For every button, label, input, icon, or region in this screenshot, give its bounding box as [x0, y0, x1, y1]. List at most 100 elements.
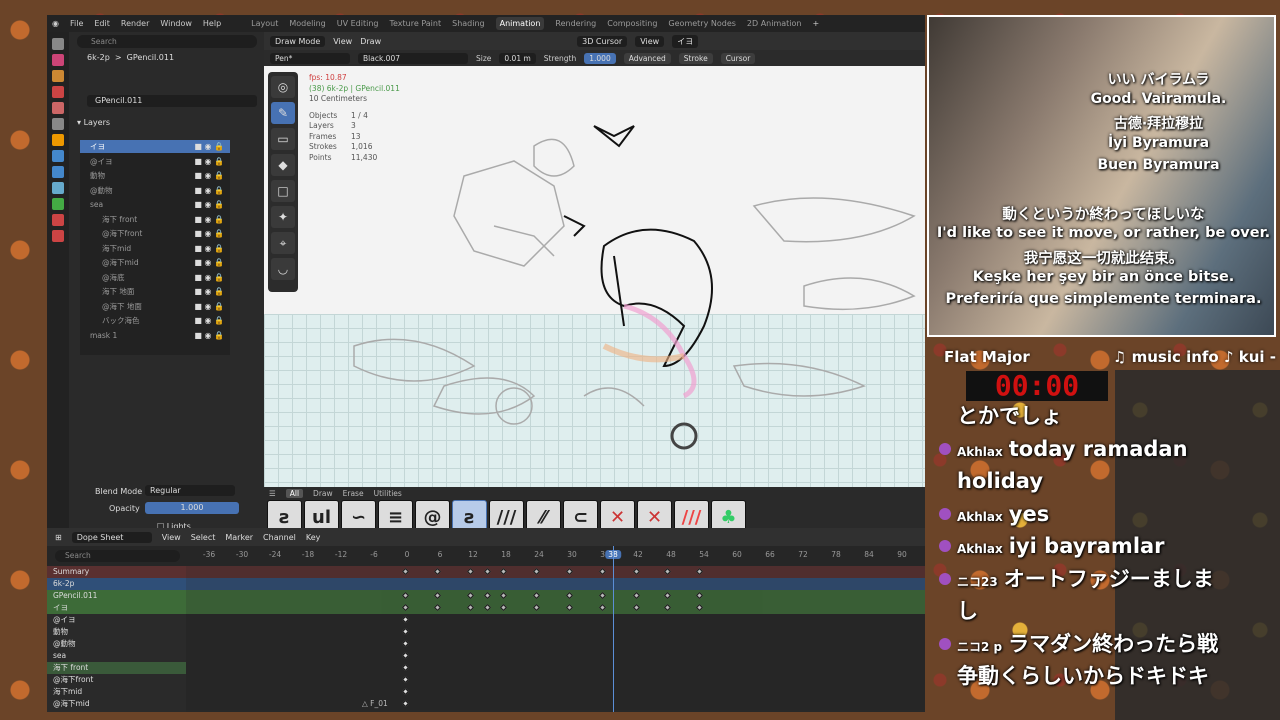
modifier-tab-icon[interactable]	[52, 150, 64, 162]
brush-tab-erase[interactable]: Erase	[343, 489, 364, 498]
menu-edit[interactable]: Edit	[94, 19, 110, 28]
keyframe[interactable]	[401, 663, 410, 672]
shelf-menu-icon[interactable]: ☰	[269, 489, 276, 498]
layer-row[interactable]: イヨ ■ ◉ 🔒	[80, 140, 230, 153]
layer-visibility-icon[interactable]: ■ ◉ 🔒	[194, 198, 224, 211]
layer-visibility-icon[interactable]: ■ ◉ 🔒	[194, 140, 224, 153]
layer-row[interactable]: @海底 ■ ◉ 🔒	[80, 271, 230, 284]
channel-track[interactable]	[186, 650, 925, 662]
editor-type-icon[interactable]: ⊞	[55, 533, 62, 542]
menu-file[interactable]: File	[70, 19, 83, 28]
material-tab-icon[interactable]	[52, 214, 64, 226]
advanced-menu[interactable]: Advanced	[623, 52, 671, 64]
opacity-slider[interactable]: 1.000	[145, 502, 239, 514]
channel-track[interactable]	[186, 590, 925, 602]
keyframe[interactable]	[466, 591, 475, 600]
keyframe[interactable]	[433, 591, 442, 600]
layer-row[interactable]: 海下mid ■ ◉ 🔒	[80, 242, 230, 255]
channel-track[interactable]	[186, 566, 925, 578]
keyframe[interactable]	[663, 567, 672, 576]
data-tab-icon[interactable]	[52, 198, 64, 210]
physics-tab-icon[interactable]	[52, 182, 64, 194]
brush-tab-draw[interactable]: Draw	[313, 489, 333, 498]
scene-tab-icon[interactable]	[52, 86, 64, 98]
keyframe[interactable]	[466, 567, 475, 576]
keyframe[interactable]	[401, 675, 410, 684]
view-select[interactable]: View	[635, 35, 665, 47]
marker-label[interactable]: △ F_01	[362, 699, 388, 708]
layer-row[interactable]: 動物 ■ ◉ 🔒	[80, 169, 230, 182]
keyframe[interactable]	[532, 603, 541, 612]
keyframe[interactable]	[433, 603, 442, 612]
layers-header[interactable]: ▾ Layers	[77, 118, 110, 127]
layer-visibility-icon[interactable]: ■ ◉ 🔒	[194, 184, 224, 197]
layer-row[interactable]: @海下mid ■ ◉ 🔒	[80, 256, 230, 269]
keyframe[interactable]	[483, 591, 492, 600]
blender-logo-icon[interactable]: ◉	[52, 19, 59, 28]
layer-visibility-icon[interactable]: ■ ◉ 🔒	[194, 300, 224, 313]
dope-menu-channel[interactable]: Channel	[263, 533, 296, 542]
menu-render[interactable]: Render	[121, 19, 149, 28]
keyframe[interactable]	[695, 567, 704, 576]
layer-visibility-icon[interactable]: ■ ◉ 🔒	[194, 155, 224, 168]
world-tab-icon[interactable]	[52, 102, 64, 114]
material-select[interactable]: Black.007	[358, 52, 468, 64]
keyframe[interactable]	[483, 603, 492, 612]
stroke-menu[interactable]: Stroke	[678, 52, 713, 64]
layer-visibility-icon[interactable]: ■ ◉ 🔒	[194, 271, 224, 284]
tab-2d-animation[interactable]: 2D Animation	[747, 19, 802, 28]
layer-row[interactable]: @動物 ■ ◉ 🔒	[80, 184, 230, 197]
tool-tab-icon[interactable]	[52, 38, 64, 50]
keyframe[interactable]	[499, 603, 508, 612]
keyframe[interactable]	[401, 627, 410, 636]
keyframe[interactable]	[695, 603, 704, 612]
playhead-line[interactable]	[613, 546, 614, 712]
box-tool-icon[interactable]: □	[271, 180, 295, 202]
layer-visibility-icon[interactable]: ■ ◉ 🔒	[194, 213, 224, 226]
channel-track[interactable]	[186, 602, 925, 614]
collection-tab-icon[interactable]	[52, 118, 64, 130]
keyframe[interactable]	[401, 651, 410, 660]
tab-geometry-nodes[interactable]: Geometry Nodes	[668, 19, 735, 28]
keyframe[interactable]	[401, 639, 410, 648]
render-tab-icon[interactable]	[52, 54, 64, 66]
keyframe[interactable]	[401, 567, 410, 576]
tint-tool-icon[interactable]: ✦	[271, 206, 295, 228]
tab-compositing[interactable]: Compositing	[607, 19, 657, 28]
keyframe[interactable]	[663, 603, 672, 612]
keyframe[interactable]	[532, 591, 541, 600]
tab-texture-paint[interactable]: Texture Paint	[389, 19, 441, 28]
keyframe[interactable]	[598, 603, 607, 612]
effects-tab-icon[interactable]	[52, 166, 64, 178]
channel-track[interactable]	[186, 638, 925, 650]
layer-row[interactable]: sea ■ ◉ 🔒	[80, 198, 230, 211]
channel-track[interactable]	[186, 626, 925, 638]
keyframe[interactable]	[532, 567, 541, 576]
keyframe[interactable]	[499, 567, 508, 576]
draw-menu[interactable]: Draw	[360, 37, 381, 46]
brush-tab-utilities[interactable]: Utilities	[374, 489, 402, 498]
keyframe[interactable]	[632, 567, 641, 576]
data-name-field[interactable]: GPencil.011	[87, 95, 257, 107]
keyframe[interactable]	[565, 567, 574, 576]
cursor-menu[interactable]: Cursor	[720, 52, 756, 64]
tab-animation[interactable]: Animation	[495, 17, 545, 30]
3d-viewport[interactable]: Draw Mode View Draw 3D Cursor View イヨ Pe…	[264, 32, 925, 487]
layer-visibility-icon[interactable]: ■ ◉ 🔒	[194, 227, 224, 240]
curve-tool-icon[interactable]: ◡	[271, 258, 295, 280]
layer-visibility-icon[interactable]: ■ ◉ 🔒	[194, 242, 224, 255]
add-workspace-icon[interactable]: +	[812, 19, 819, 28]
layer-select[interactable]: イヨ	[672, 34, 699, 48]
keyframe[interactable]	[401, 591, 410, 600]
frame-ruler[interactable]: Search -36-30-24-18-12-60612182430364248…	[47, 546, 925, 566]
tab-uv-editing[interactable]: UV Editing	[337, 19, 379, 28]
layer-visibility-icon[interactable]: ■ ◉ 🔒	[194, 169, 224, 182]
channel-track[interactable]	[186, 662, 925, 674]
cursor-select[interactable]: 3D Cursor	[577, 35, 628, 47]
keyframe[interactable]	[401, 603, 410, 612]
channel-search[interactable]: Search	[55, 550, 180, 562]
layer-visibility-icon[interactable]: ■ ◉ 🔒	[194, 314, 224, 327]
layer-row[interactable]: @海下front ■ ◉ 🔒	[80, 227, 230, 240]
layer-row[interactable]: 海下 front ■ ◉ 🔒	[80, 213, 230, 226]
fill-tool-icon[interactable]: ◆	[271, 154, 295, 176]
